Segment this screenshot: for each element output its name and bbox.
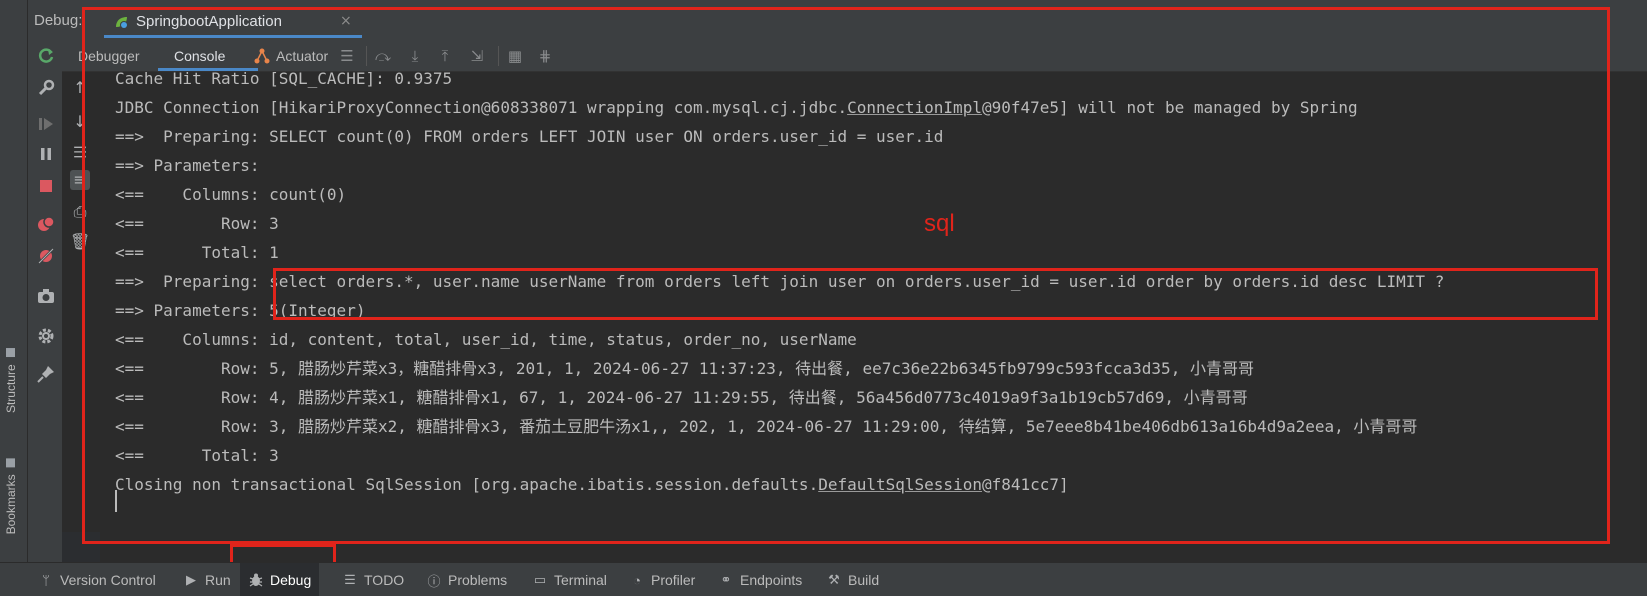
structure-tool-button[interactable]: Structure	[4, 348, 18, 413]
toolbar-separator	[366, 46, 367, 66]
run-config-tab-label: SpringbootApplication	[136, 13, 282, 30]
console-line: <== Total: 1	[115, 243, 279, 262]
hammer-icon: ⚒	[828, 572, 840, 587]
structure-label: Structure	[4, 364, 18, 414]
menu-lines-icon[interactable]: ☰	[338, 47, 356, 65]
trace-icon[interactable]: ⋕	[536, 47, 554, 65]
spring-leaf-icon	[116, 17, 128, 29]
structure-icon	[6, 348, 16, 357]
endpoints-icon: ⚭	[720, 572, 732, 587]
console-line: ==> Parameters:	[115, 156, 270, 175]
tool-endpoints[interactable]: ⚭ Endpoints	[718, 563, 803, 596]
debug-header: Debug: SpringbootApplication ×	[28, 0, 1647, 40]
step-out-icon[interactable]: ⤒	[436, 47, 454, 65]
tool-profiler[interactable]: ◔ Profiler	[629, 563, 695, 596]
scroll-to-end-icon[interactable]: ≡	[70, 170, 90, 190]
rerun-icon[interactable]	[36, 46, 56, 66]
tool-label: Debug	[270, 572, 312, 588]
console-line: <== Columns: id, content, total, user_id…	[115, 330, 857, 349]
bookmarks-tool-button[interactable]: Bookmarks	[4, 458, 18, 534]
resume-icon[interactable]	[36, 114, 56, 134]
bottom-tool-bar: ᛘ Version Control ▶ Run Debug ☰ TODO ⓘ P…	[0, 562, 1647, 596]
bookmarks-label: Bookmarks	[4, 474, 18, 535]
tool-build[interactable]: ⚒ Build	[826, 563, 879, 596]
console-line: ==> Preparing: select orders.*, user.nam…	[115, 272, 1445, 291]
camera-icon[interactable]	[36, 286, 56, 306]
tool-problems[interactable]: ⓘ Problems	[426, 563, 507, 596]
tool-label: Run	[205, 572, 231, 588]
scroll-up-icon[interactable]: ↑	[70, 78, 90, 98]
console-link[interactable]: DefaultSqlSession	[818, 475, 982, 494]
console-text: Closing non transactional SqlSession [or…	[115, 475, 819, 494]
stop-icon[interactable]	[36, 176, 56, 196]
tab-debugger[interactable]: Debugger	[78, 48, 140, 64]
tool-terminal[interactable]: ▭ Terminal	[532, 563, 607, 596]
tool-label: Problems	[448, 572, 508, 588]
pause-icon[interactable]	[36, 144, 56, 164]
profiler-icon: ◔	[633, 572, 641, 588]
close-icon[interactable]: ×	[340, 13, 352, 29]
tool-label: Terminal	[554, 572, 607, 588]
text-caret	[115, 490, 117, 512]
console-text: @90f47e5] will not be managed by Spring	[981, 98, 1358, 117]
evaluate-expression-icon[interactable]: ▦	[506, 47, 524, 65]
step-into-icon[interactable]: ⤓	[406, 47, 424, 65]
console-line: <== Total: 3	[115, 446, 279, 465]
trash-icon[interactable]: 🗑	[70, 232, 90, 252]
print-icon[interactable]: ⎙	[70, 202, 90, 222]
tab-console[interactable]: Console	[174, 48, 225, 64]
mute-breakpoints-icon[interactable]	[36, 246, 56, 266]
play-icon: ▶	[186, 572, 196, 587]
left-tool-stripe: Structure Bookmarks	[0, 0, 28, 562]
tool-run[interactable]: ▶ Run	[183, 563, 231, 596]
tool-label: Version Control	[60, 572, 156, 588]
actuator-icon	[254, 48, 270, 64]
console-output[interactable]: Cache Hit Ratio [SQL_CACHE]: 0.9375 JDBC…	[100, 72, 1647, 562]
console-line: <== Row: 3	[115, 214, 279, 233]
pin-icon[interactable]	[36, 364, 56, 384]
tool-todo[interactable]: ☰ TODO	[342, 563, 404, 596]
tool-version-control[interactable]: ᛘ Version Control	[38, 563, 156, 596]
gear-icon[interactable]	[36, 326, 56, 346]
annotation-sql-label: sql	[924, 210, 955, 237]
console-line: JDBC Connection [HikariProxyConnection@6…	[115, 93, 1358, 123]
wrench-icon[interactable]	[36, 78, 56, 98]
step-over-icon[interactable]: ⤼	[374, 47, 392, 65]
debug-actions-column	[28, 40, 62, 562]
console-side-tools: ↑ ↓ ⇶ ≡ ⎙ 🗑	[62, 72, 100, 532]
bookmark-icon	[6, 458, 16, 467]
soft-wrap-icon[interactable]: ⇶	[70, 142, 90, 162]
console-text: JDBC Connection [HikariProxyConnection@6…	[115, 98, 848, 117]
tool-label: TODO	[364, 572, 405, 588]
console-tab-indicator	[158, 68, 258, 71]
tab-selected-indicator	[104, 35, 362, 38]
debug-toolbar: Debugger Console Actuator ☰ ⤼ ⤓ ⤒ ⇲ ▦ ⋕	[62, 40, 1647, 72]
bug-icon	[249, 573, 263, 587]
view-breakpoints-icon[interactable]	[36, 214, 56, 234]
console-line: ==> Preparing: SELECT count(0) FROM orde…	[115, 127, 944, 146]
console-line: Cache Hit Ratio [SQL_CACHE]: 0.9375	[115, 72, 453, 88]
console-line: <== Row: 4, 腊肠炒芹菜x1, 糖醋排骨x1, 67, 1, 2024…	[115, 388, 1248, 407]
tool-label: Build	[848, 572, 880, 588]
console-line: <== Row: 3, 腊肠炒芹菜x2, 糖醋排骨x3, 番茄土豆肥牛汤x1,,…	[115, 417, 1418, 436]
tool-label: Profiler	[651, 572, 696, 588]
console-line: <== Row: 5, 腊肠炒芹菜x3，糖醋排骨x3, 201, 1, 2024…	[115, 359, 1254, 378]
list-icon: ☰	[344, 572, 356, 587]
console-line: <== Columns: count(0)	[115, 185, 347, 204]
run-config-tab[interactable]: SpringbootApplication ×	[104, 4, 362, 38]
scroll-down-icon[interactable]: ↓	[70, 112, 90, 132]
branch-icon: ᛘ	[42, 572, 50, 588]
console-text: @f841cc7]	[981, 475, 1069, 494]
toolbar-separator	[498, 46, 499, 66]
terminal-icon: ▭	[533, 572, 547, 587]
debug-panel-label: Debug:	[34, 12, 83, 29]
console-line: Closing non transactional SqlSession [or…	[115, 470, 1069, 500]
tool-label: Endpoints	[740, 572, 803, 588]
tab-actuator[interactable]: Actuator	[276, 48, 328, 64]
info-icon: ⓘ	[427, 573, 441, 589]
console-line: ==> Parameters: 5(Integer)	[115, 301, 366, 320]
run-to-cursor-icon[interactable]: ⇲	[468, 47, 486, 65]
console-link[interactable]: ConnectionImpl	[847, 98, 982, 117]
tool-debug[interactable]: Debug	[240, 563, 320, 596]
